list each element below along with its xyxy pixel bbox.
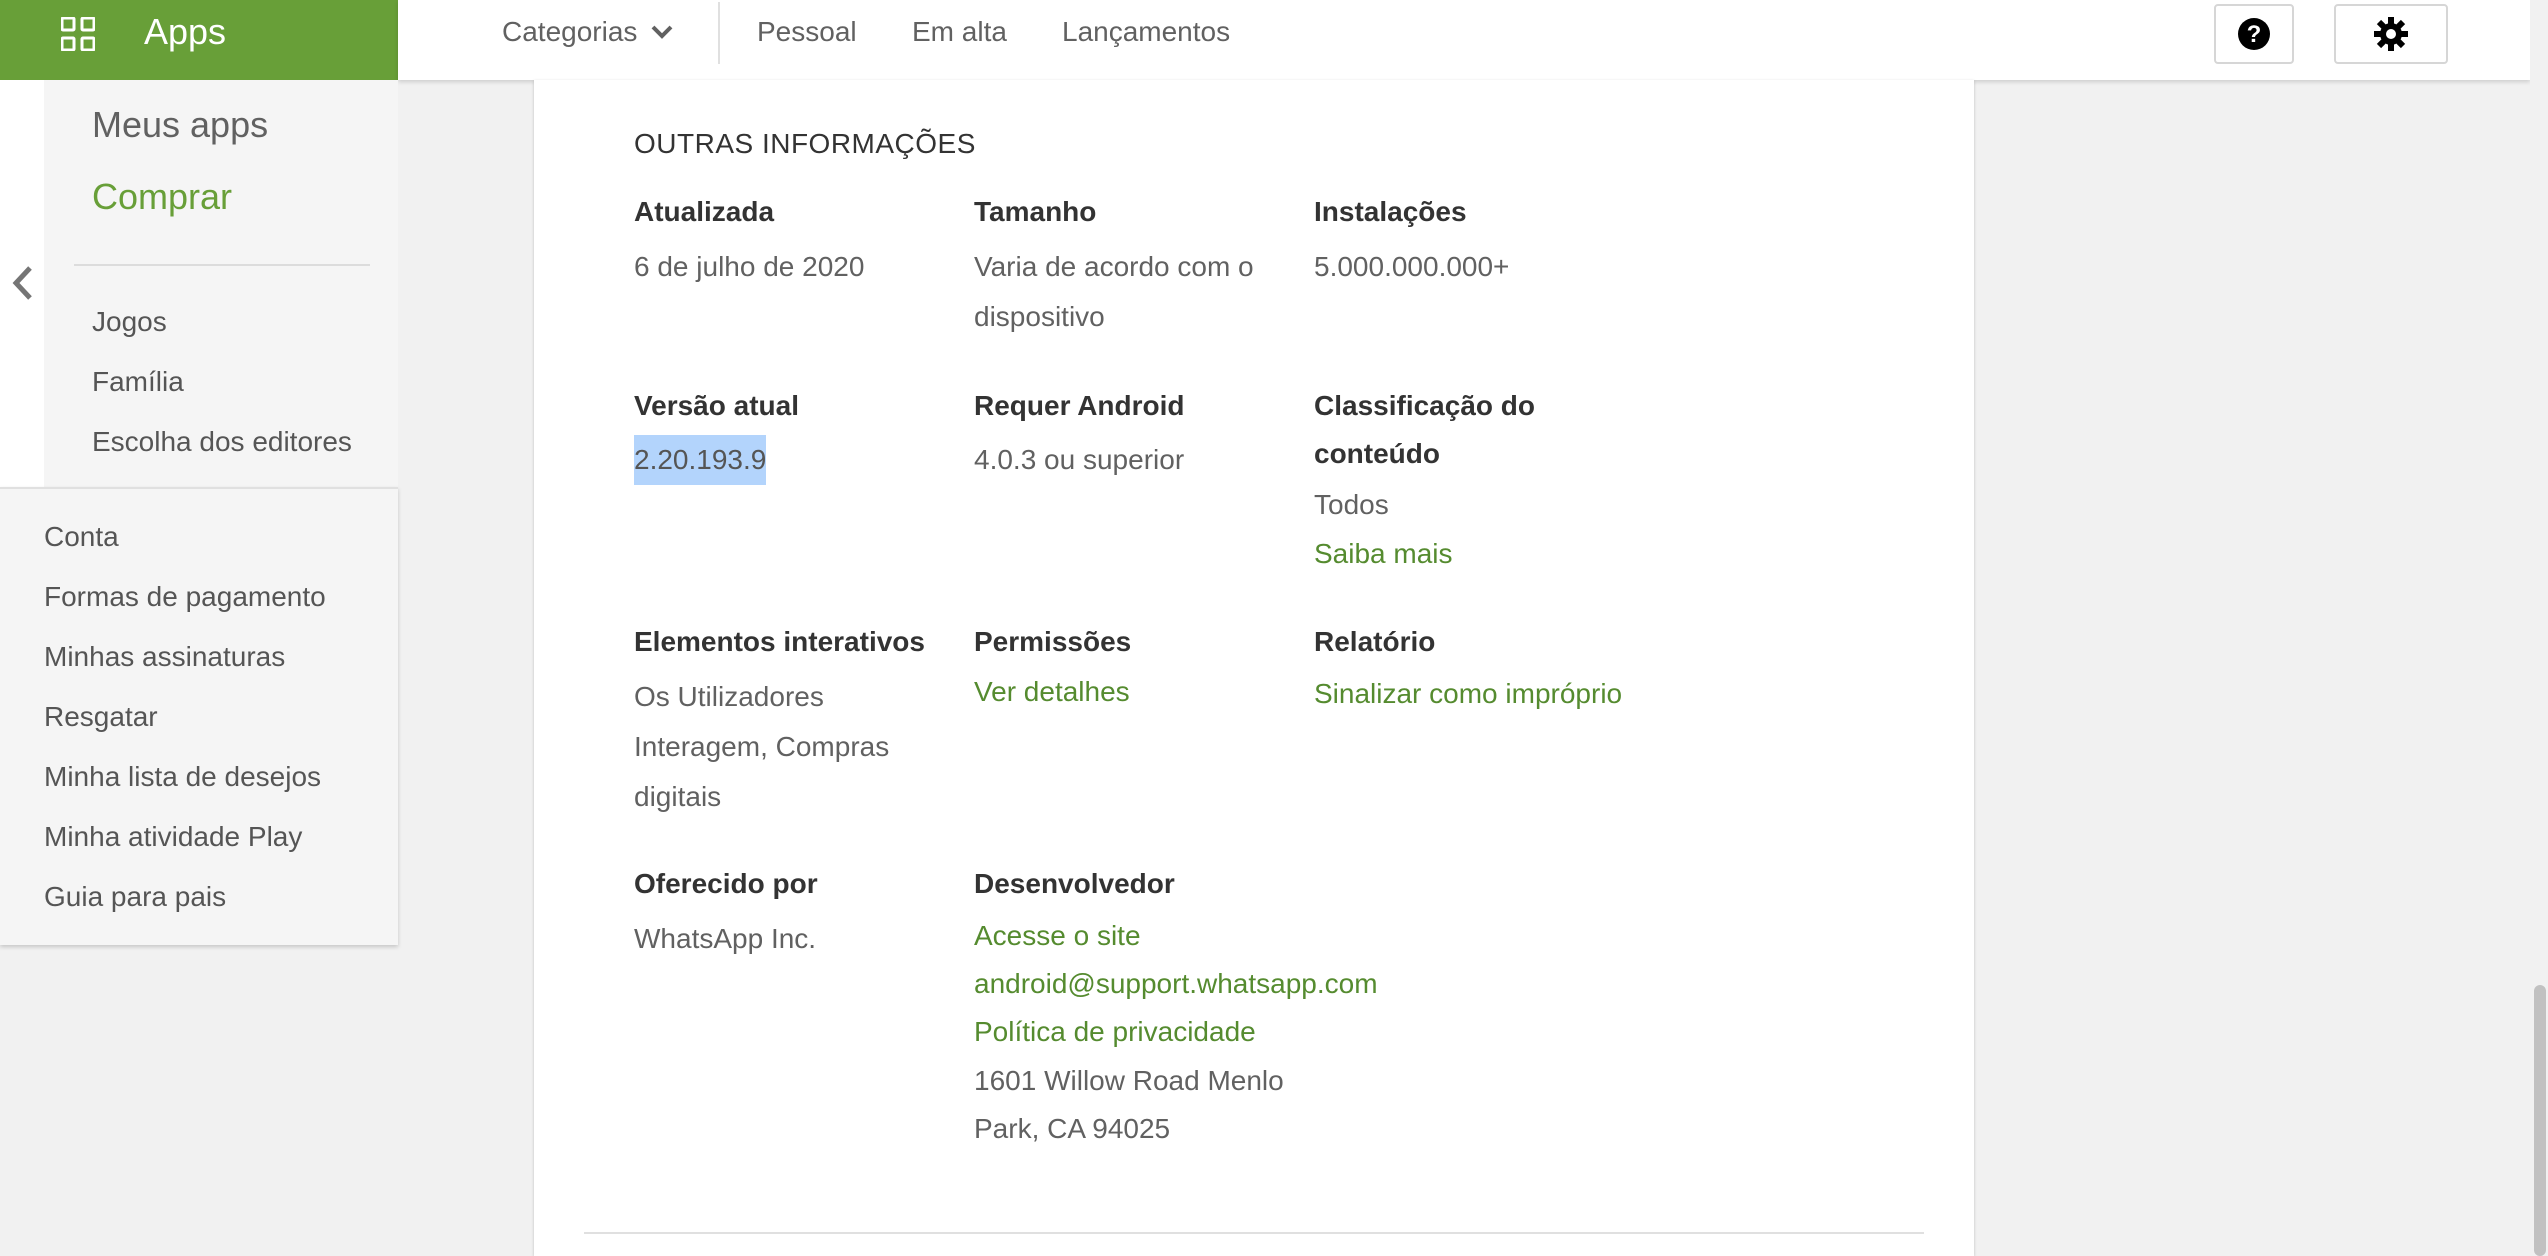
sidebar-item-comprar[interactable]: Comprar xyxy=(92,176,232,218)
installs-value: 5.000.000.000+ xyxy=(1314,251,1510,282)
top-nav-bar: Categorias Pessoal Em alta Lançamentos ? xyxy=(398,0,2530,80)
size-value-line-1: Varia de acordo com o xyxy=(974,251,1254,282)
report-title: Relatório xyxy=(1314,626,1436,657)
developer-site-link[interactable]: Acesse o site xyxy=(974,912,1141,960)
nav-link-em-alta[interactable]: Em alta xyxy=(912,16,1007,48)
installs-title: Instalações xyxy=(1314,196,1467,227)
account-item-formas-de-pagamento[interactable]: Formas de pagamento xyxy=(44,581,326,613)
scrollbar-thumb[interactable] xyxy=(2534,985,2546,1256)
sidebar-collapse-strip xyxy=(0,80,44,487)
categories-label: Categorias xyxy=(502,16,638,47)
account-item-conta[interactable]: Conta xyxy=(44,521,119,553)
account-item-atividade-play[interactable]: Minha atividade Play xyxy=(44,821,302,853)
account-item-resgatar[interactable]: Resgatar xyxy=(44,701,158,733)
sidebar-item-jogos[interactable]: Jogos xyxy=(92,306,167,338)
content-rating-title-line-2: conteúdo xyxy=(1314,438,1440,469)
card-divider xyxy=(584,1232,1924,1234)
interactive-elements-value-line-1: Os Utilizadores xyxy=(634,681,824,712)
nav-link-pessoal[interactable]: Pessoal xyxy=(757,16,857,48)
apps-header[interactable]: Apps xyxy=(0,0,398,80)
chevron-left-icon[interactable] xyxy=(8,264,38,302)
account-item-guia-para-pais[interactable]: Guia para pais xyxy=(44,881,226,913)
requires-android-value: 4.0.3 ou superior xyxy=(974,444,1185,475)
updated-title: Atualizada xyxy=(634,196,775,227)
additional-info-card: OUTRAS INFORMAÇÕES Atualizada 6 de julho… xyxy=(534,80,1974,1256)
developer-title: Desenvolvedor xyxy=(974,868,1175,899)
developer-address-line-2: Park, CA 94025 xyxy=(974,1113,1171,1144)
offered-by-value: WhatsApp Inc. xyxy=(634,923,817,954)
interactive-elements-title: Elementos interativos xyxy=(634,626,925,657)
developer-email-link[interactable]: android@support.whatsapp.com xyxy=(974,960,1378,1008)
interactive-elements-value-line-3: digitais xyxy=(634,781,722,812)
section-heading: OUTRAS INFORMAÇÕES xyxy=(634,128,976,159)
apps-grid-icon xyxy=(61,17,95,51)
interactive-elements-value-line-2: Interagem, Compras xyxy=(634,731,890,762)
svg-text:?: ? xyxy=(2247,21,2262,48)
updated-value: 6 de julho de 2020 xyxy=(634,251,865,282)
offered-by-title: Oferecido por xyxy=(634,868,818,899)
chevron-down-icon xyxy=(651,25,673,39)
sidebar-item-meus-apps[interactable]: Meus apps xyxy=(92,104,268,146)
apps-title: Apps xyxy=(144,11,227,52)
account-item-minhas-assinaturas[interactable]: Minhas assinaturas xyxy=(44,641,285,673)
privacy-policy-link[interactable]: Política de privacidade xyxy=(974,1008,1256,1056)
nav-divider xyxy=(718,2,720,64)
sidebar-nav: Meus apps Comprar Jogos Família Escolha … xyxy=(44,80,398,487)
categories-dropdown[interactable]: Categorias xyxy=(502,16,673,48)
flag-inappropriate-link[interactable]: Sinalizar como impróprio xyxy=(1314,670,1622,718)
help-button[interactable]: ? xyxy=(2214,4,2294,64)
permissions-title: Permissões xyxy=(974,626,1132,657)
gear-icon xyxy=(2374,17,2408,51)
version-value: 2.20.193.9 xyxy=(634,435,767,485)
sidebar-item-escolha-dos-editores[interactable]: Escolha dos editores xyxy=(92,426,352,458)
size-title: Tamanho xyxy=(974,196,1097,227)
help-icon: ? xyxy=(2238,18,2270,50)
developer-address-line-1: 1601 Willow Road Menlo xyxy=(974,1065,1284,1096)
sidebar-item-familia[interactable]: Família xyxy=(92,366,184,398)
content-rating-title-line-1: Classificação do xyxy=(1314,390,1535,421)
account-menu: Conta Formas de pagamento Minhas assinat… xyxy=(0,487,398,945)
nav-link-lancamentos[interactable]: Lançamentos xyxy=(1062,16,1230,48)
learn-more-link[interactable]: Saiba mais xyxy=(1314,530,1453,578)
account-item-lista-de-desejos[interactable]: Minha lista de desejos xyxy=(44,761,321,793)
sidebar-divider xyxy=(74,264,370,266)
content-rating-value: Todos xyxy=(1314,489,1389,520)
version-title: Versão atual xyxy=(634,390,799,421)
size-value-line-2: dispositivo xyxy=(974,301,1105,332)
settings-button[interactable] xyxy=(2334,4,2448,64)
view-details-link[interactable]: Ver detalhes xyxy=(974,668,1130,716)
requires-android-title: Requer Android xyxy=(974,390,1185,421)
